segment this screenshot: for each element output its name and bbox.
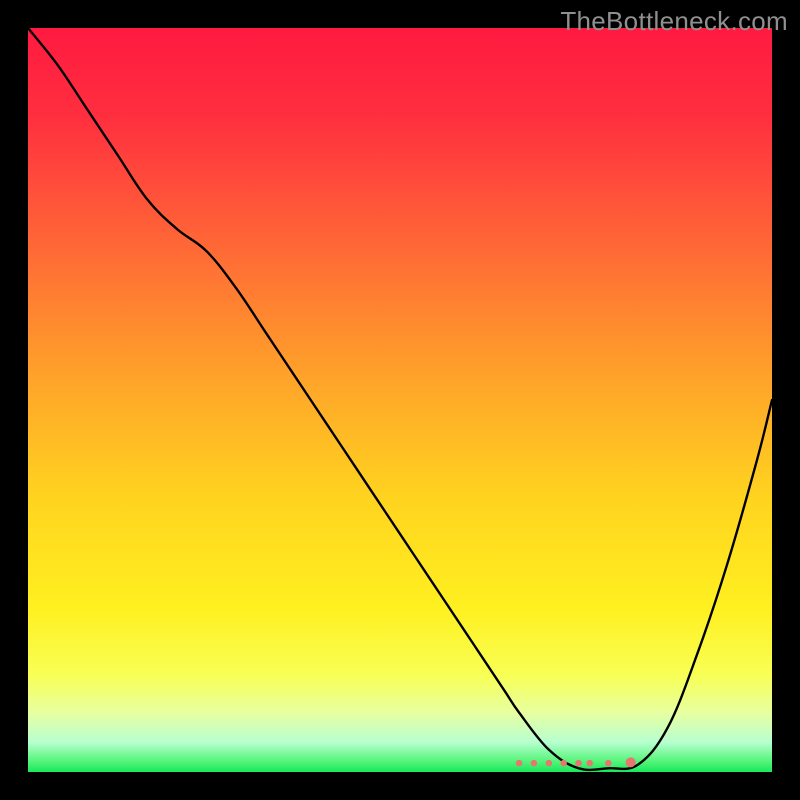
plot-area xyxy=(28,28,772,772)
valley-marker xyxy=(546,760,552,766)
valley-marker xyxy=(605,760,611,766)
curve-layer xyxy=(28,28,772,772)
valley-marker xyxy=(575,760,581,766)
valley-marker xyxy=(626,757,636,767)
valley-markers xyxy=(516,757,636,767)
valley-marker xyxy=(587,760,593,766)
chart-frame: TheBottleneck.com xyxy=(0,0,800,800)
bottleneck-curve xyxy=(28,28,772,770)
valley-marker xyxy=(560,760,566,766)
watermark-text: TheBottleneck.com xyxy=(560,6,788,37)
valley-marker xyxy=(516,760,522,766)
valley-marker xyxy=(531,760,537,766)
